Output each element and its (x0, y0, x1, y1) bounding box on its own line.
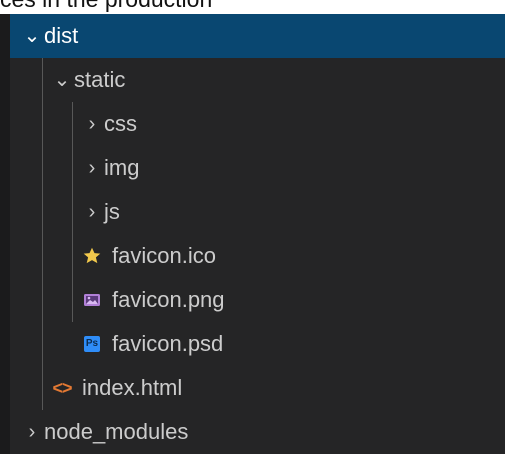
tree-item-label: favicon.psd (112, 331, 224, 356)
tree-item-img[interactable]: › img (10, 146, 520, 190)
tree-item-index-html[interactable]: <> index.html (10, 366, 520, 410)
tree-item-label: favicon.png (112, 287, 225, 312)
tree-item-label: js (104, 199, 120, 224)
cropped-header-text: ces in the production (0, 0, 212, 11)
photoshop-badge-text: Ps (84, 336, 100, 352)
image-icon (80, 288, 104, 312)
tree-item-label: css (104, 111, 137, 136)
tree-item-favicon-psd[interactable]: Ps favicon.psd (10, 322, 520, 366)
tree-item-favicon-ico[interactable]: favicon.ico (10, 234, 520, 278)
chevron-right-icon: › (88, 113, 96, 135)
photoshop-icon: Ps (80, 332, 104, 356)
tree-item-static[interactable]: ⌄ static (10, 58, 520, 102)
chevron-right-icon: › (28, 421, 36, 443)
screenshot-right-background (505, 14, 520, 454)
chevron-right-icon: › (88, 157, 96, 179)
cropped-header-strip: ces in the production (0, 0, 520, 14)
tree-item-node-modules[interactable]: › node_modules (10, 410, 515, 454)
chevron-down-icon: ⌄ (53, 69, 71, 91)
tree-item-label: static (74, 67, 126, 92)
tree-item-label: favicon.ico (112, 243, 216, 268)
file-explorer: ⌄ dist ⌄ static › css › img › js favicon… (0, 14, 520, 454)
tree-item-dist[interactable]: ⌄ dist (10, 14, 515, 58)
tree-item-label: dist (44, 23, 79, 48)
tree-item-label: img (104, 155, 140, 180)
tree-item-label: node_modules (44, 419, 189, 444)
screenshot-frame: ces in the production ⌄ dist ⌄ static › … (0, 0, 520, 454)
tree-item-favicon-png[interactable]: favicon.png (10, 278, 520, 322)
tree-item-js[interactable]: › js (10, 190, 520, 234)
html-icon-text: <> (52, 378, 72, 398)
html-icon: <> (50, 376, 74, 400)
chevron-right-icon: › (88, 201, 96, 223)
tree-item-label: index.html (82, 375, 183, 400)
chevron-down-icon: ⌄ (23, 25, 41, 47)
tree-item-css[interactable]: › css (10, 102, 520, 146)
star-icon (80, 244, 104, 268)
explorer-left-edge (0, 14, 10, 454)
